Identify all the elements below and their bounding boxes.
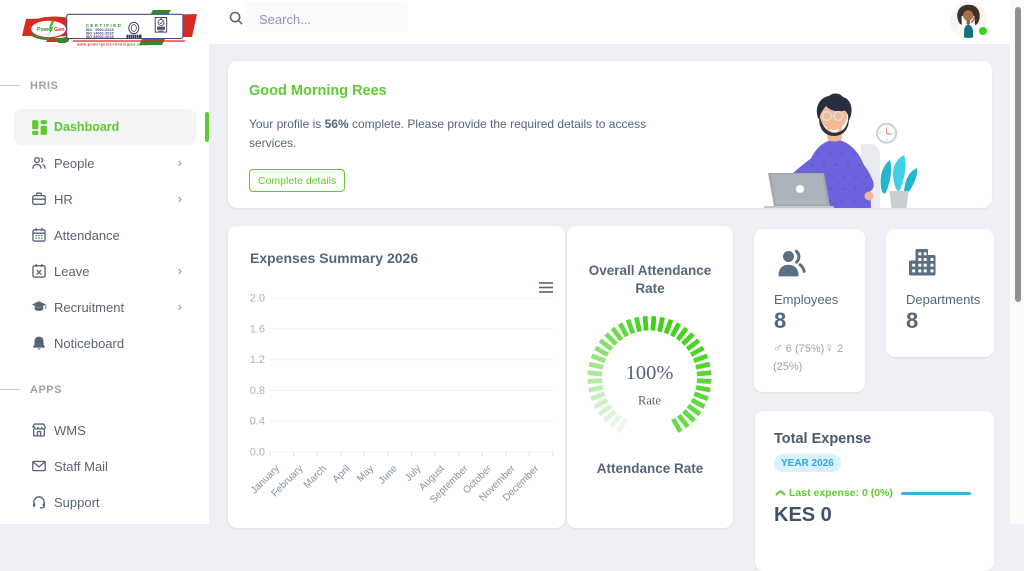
svg-text:May: May: [355, 463, 376, 484]
svg-text:0.4: 0.4: [250, 416, 265, 428]
svg-text:1.2: 1.2: [250, 354, 265, 366]
svg-text:0.0: 0.0: [250, 447, 265, 459]
svg-text:www.powergentechnologies.co.ke: www.powergentechnologies.co.ke: [76, 42, 149, 46]
svg-text:July: July: [403, 463, 423, 483]
svg-text:June: June: [377, 463, 400, 486]
svg-text:2.0: 2.0: [250, 293, 265, 305]
svg-text:100%: 100%: [626, 362, 674, 384]
svg-text:1.6: 1.6: [250, 323, 265, 335]
svg-text:March: March: [302, 463, 329, 490]
svg-text:Gen: Gen: [54, 27, 64, 33]
svg-text:Rate: Rate: [638, 394, 661, 408]
svg-text:April: April: [331, 463, 353, 485]
svg-text:ISO 45001:2018: ISO 45001:2018: [86, 35, 114, 39]
svg-text:0.8: 0.8: [250, 385, 265, 397]
